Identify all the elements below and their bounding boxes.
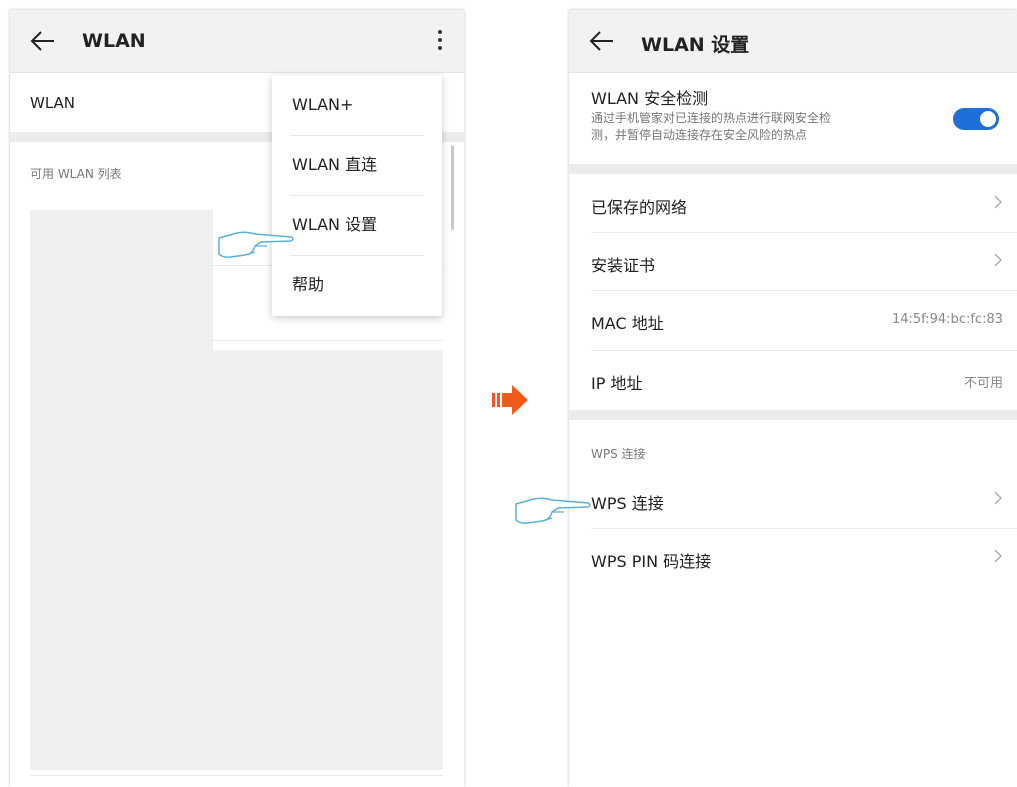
page-title: WLAN 设置 (641, 34, 750, 56)
mac-address-label: MAC 地址 (591, 314, 664, 333)
page-title: WLAN (82, 30, 146, 52)
ip-address-value: 不可用 (963, 376, 1003, 391)
pointing-hand-icon (218, 231, 294, 258)
pointing-hand-icon (515, 497, 591, 524)
ip-address-label: IP 地址 (591, 374, 643, 393)
security-check-description: 通过手机管家对已连接的热点进行联网安全检 测，并暂停自动连接存在安全风险的热点 (591, 110, 831, 144)
menu-item-wlan-settings[interactable]: WLAN 设置 (292, 195, 424, 255)
menu-item-wlan-direct[interactable]: WLAN 直连 (292, 135, 424, 195)
install-cert-row[interactable]: 安装证书 (569, 232, 1017, 290)
section-divider (569, 164, 1017, 174)
wps-connect-row[interactable]: WPS 连接 (569, 470, 1017, 528)
wps-section-header: WPS 连接 (591, 447, 646, 461)
wlan-toggle-label[interactable]: WLAN (30, 94, 75, 112)
menu-item-wlan-plus[interactable]: WLAN+ (292, 75, 424, 135)
list-divider (30, 775, 443, 776)
install-cert-label: 安装证书 (591, 256, 656, 275)
network-list-placeholder (213, 350, 443, 770)
wps-connect-label: WPS 连接 (591, 494, 664, 513)
mac-address-row: MAC 地址 14:5f:94:bc:fc:83 (569, 290, 1017, 348)
menu-item-help[interactable]: 帮助 (292, 255, 424, 315)
chevron-right-icon (994, 549, 1002, 563)
security-check-label: WLAN 安全检测 (591, 89, 709, 108)
available-list-header: 可用 WLAN 列表 (30, 167, 122, 181)
security-check-toggle[interactable] (953, 108, 999, 130)
app-bar: WLAN 设置 (569, 10, 1017, 73)
overflow-menu: WLAN+ WLAN 直连 WLAN 设置 帮助 (272, 75, 442, 316)
scrollbar[interactable] (451, 145, 454, 230)
back-arrow-icon[interactable] (30, 28, 56, 54)
network-list-placeholder (30, 210, 213, 770)
back-arrow-icon[interactable] (589, 28, 615, 54)
saved-networks-label: 已保存的网络 (591, 198, 688, 217)
section-divider (569, 410, 1017, 420)
wlan-screen: WLAN WLAN 可用 WLAN 列表 WLAN+ WLAN 直连 WLAN … (10, 10, 464, 787)
list-divider (213, 340, 443, 341)
chevron-right-icon (994, 491, 1002, 505)
security-check-description-line1: 通过手机管家对已连接的热点进行联网安全检 (591, 111, 832, 125)
wps-pin-connect-row[interactable]: WPS PIN 码连接 (569, 528, 1017, 586)
more-vert-icon[interactable] (436, 30, 444, 54)
chevron-right-icon (994, 195, 1002, 209)
saved-networks-row[interactable]: 已保存的网络 (569, 174, 1017, 232)
wlan-settings-screen: WLAN 设置 WLAN 安全检测 通过手机管家对已连接的热点进行联网安全检 测… (569, 10, 1017, 787)
app-bar: WLAN (10, 10, 464, 73)
flow-arrow-icon (492, 385, 528, 415)
wps-pin-connect-label: WPS PIN 码连接 (591, 552, 712, 571)
toggle-knob (980, 111, 996, 127)
ip-address-row: IP 地址 不可用 (569, 350, 1017, 408)
security-check-description-line2: 测，并暂停自动连接存在安全风险的热点 (591, 128, 808, 142)
mac-address-value: 14:5f:94:bc:fc:83 (891, 312, 1003, 327)
chevron-right-icon (994, 253, 1002, 267)
